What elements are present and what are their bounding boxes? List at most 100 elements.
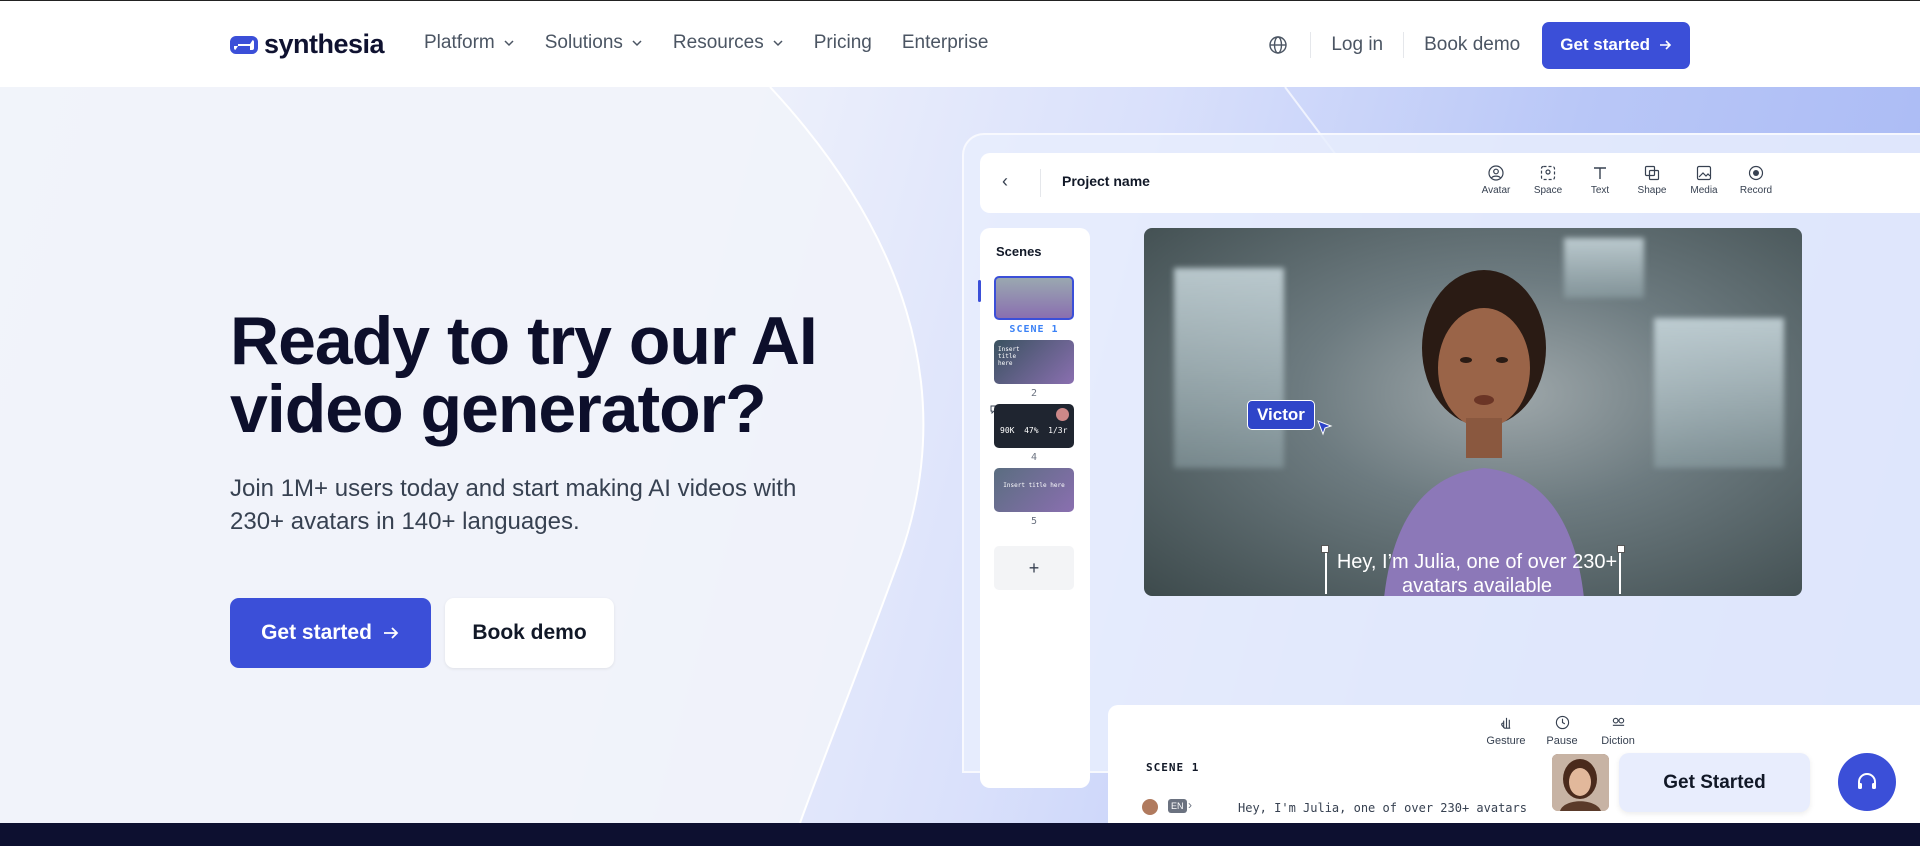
divider [1040,169,1041,197]
scene-thumb-2-text: Insert title here [998,346,1020,367]
insert-tools: Avatar Space Text Shape Media Record [1470,165,1782,196]
shape-icon [1644,165,1660,181]
main-nav: Platform Solutions Resources Pricing Ent… [424,32,1018,54]
tool-media[interactable]: Media [1678,165,1730,196]
plus-icon: + [1028,557,1040,578]
hero-get-started-label: Get started [261,621,372,644]
clock-icon [1555,715,1569,730]
scene-label-4: 5 [1030,516,1038,527]
tool-shape-label: Shape [1637,185,1667,196]
video-canvas[interactable]: Hey, I’m Julia, one of over 230+ avatars… [1144,228,1802,596]
resize-handle[interactable] [1321,545,1329,553]
project-name: Project name [1062,173,1150,189]
avatar-julia [1384,270,1584,596]
tool-diction[interactable]: Diction [1590,715,1646,747]
video-caption: Hey, I’m Julia, one of over 230+ avatars… [1336,551,1618,596]
scene-label-3: 4 [1030,452,1038,463]
scene-3-stats: 90K 47% 1/3r [1000,426,1068,435]
arrow-right-icon [383,627,399,639]
tool-diction-label: Diction [1601,735,1635,747]
hero-get-started-button[interactable]: Get started [230,598,431,668]
scenes-panel: Scenes SCENE 1 Insert title here 2 3 90K… [978,228,1090,788]
script-scene-label: SCENE 1 [1146,761,1200,774]
chevron-down-icon [504,40,514,47]
nav-solutions[interactable]: Solutions [545,32,643,54]
script-text[interactable]: Hey, I'm Julia, one of over 230+ avatars [1238,801,1527,815]
diction-icon [1612,717,1624,726]
login-link[interactable]: Log in [1311,34,1403,56]
hero-book-demo-label: Book demo [472,621,587,644]
hero-subtitle: Join 1M+ users today and start making AI… [230,475,797,535]
arrow-right-icon [1660,40,1672,50]
tool-gesture-label: Gesture [1486,735,1526,747]
nav-enterprise-label: Enterprise [901,32,989,53]
editor-toolbar: ‹ Project name Avatar Space Text Shape M… [980,153,1920,213]
book-demo-link[interactable]: Book demo [1404,34,1540,56]
record-icon [1748,165,1764,181]
scene-label-1: SCENE 1 [1009,324,1059,335]
scene-thumb-3[interactable]: 90K 47% 1/3r [994,404,1074,448]
support-chat-button[interactable] [1838,753,1896,811]
tool-avatar-label: Avatar [1481,185,1511,196]
nav-enterprise[interactable]: Enterprise [902,32,989,54]
get-started-label: Get started [1560,35,1650,54]
hero-book-demo-button[interactable]: Book demo [445,598,614,668]
nav-pricing-label: Pricing [813,32,872,53]
editor-preview: ‹ Project name Avatar Space Text Shape M… [962,133,1920,825]
gesture-icon [1500,717,1510,729]
collaborator-tag: Victor [1247,400,1315,430]
hero-headline: Ready to try our AI video generator? [230,303,818,447]
nav-pricing[interactable]: Pricing [814,32,872,54]
nav-platform[interactable]: Platform [424,32,515,54]
chevron-down-icon [773,40,783,47]
synthesia-logo[interactable]: synthesia [230,29,385,60]
back-chevron-icon[interactable]: ‹ [1002,171,1008,192]
tool-gesture[interactable]: Gesture [1478,715,1534,747]
script-tools: Gesture Pause Diction [1478,715,1646,747]
avatar [1056,408,1069,421]
tool-avatar[interactable]: Avatar [1470,165,1522,196]
get-started-button[interactable]: Get started [1542,21,1690,69]
globe-icon[interactable] [1268,35,1288,55]
avatar [1142,799,1158,815]
tool-pause-label: Pause [1546,735,1578,747]
headset-icon [1858,773,1876,789]
scene-label-2: 2 [1030,388,1038,399]
scene-thumb-1[interactable] [994,276,1074,320]
language-badge[interactable]: EN [1168,799,1187,813]
active-scene-indicator [978,280,981,302]
tool-text-label: Text [1590,185,1610,196]
background-window [1654,318,1784,468]
footer-bar [0,823,1920,846]
scene-thumb-2[interactable]: Insert title here [994,340,1074,384]
top-nav: synthesia Platform Solutions Resources P… [0,0,1920,87]
chevron-right-icon[interactable]: › [1188,798,1192,812]
nav-resources[interactable]: Resources [673,32,784,54]
tool-pause[interactable]: Pause [1534,715,1590,747]
media-icon [1696,165,1712,181]
tool-space[interactable]: Space [1522,165,1574,196]
background-window [1174,268,1284,468]
space-icon [1540,165,1556,181]
scenes-title: Scenes [996,244,1042,259]
nav-actions: Log in Book demo Get started [1268,21,1690,69]
scene-thumb-4[interactable]: Insert title here [994,468,1074,512]
cursor-icon [1317,420,1333,436]
add-scene-button[interactable]: + [994,546,1074,590]
nav-platform-label: Platform [424,32,495,53]
logo-text: synthesia [264,29,385,59]
floating-get-started-label: Get Started [1663,771,1766,793]
tool-media-label: Media [1690,185,1718,196]
scene-thumb-4-text: Insert title here [1003,482,1065,489]
avatar-portrait [1552,754,1609,811]
floating-get-started-button[interactable]: Get Started [1619,753,1810,812]
tool-record[interactable]: Record [1730,165,1782,196]
tool-shape[interactable]: Shape [1626,165,1678,196]
tool-text[interactable]: Text [1574,165,1626,196]
chat-avatar[interactable] [1552,754,1609,811]
text-icon [1594,167,1606,179]
tool-space-label: Space [1533,185,1563,196]
avatar-icon [1488,165,1504,181]
tool-record-label: Record [1739,185,1773,196]
nav-solutions-label: Solutions [544,32,623,53]
